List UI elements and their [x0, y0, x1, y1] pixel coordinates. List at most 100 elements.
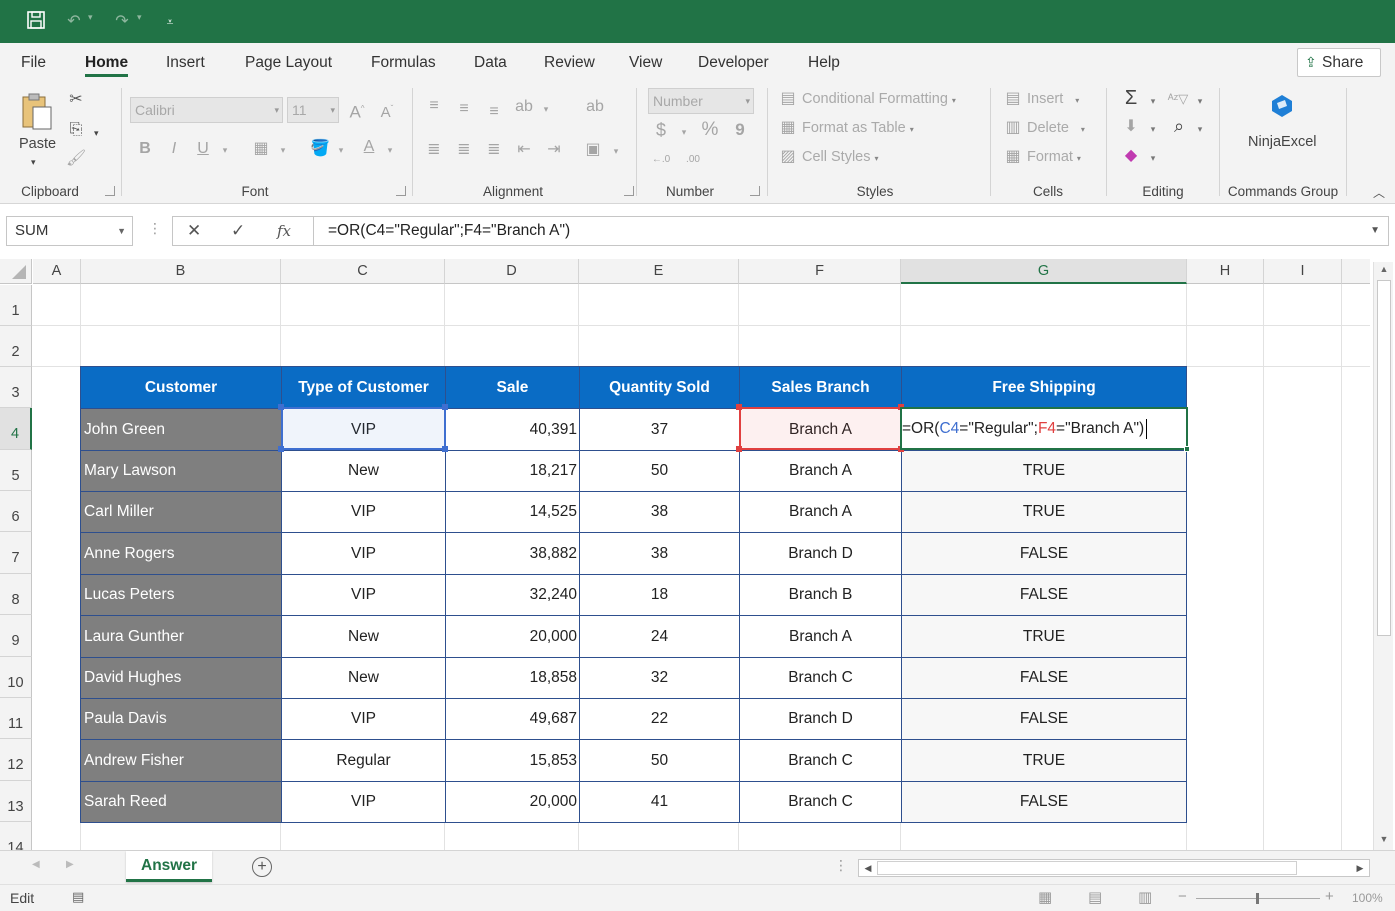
branch-cell[interactable]: Branch D [739, 698, 902, 740]
sale-cell[interactable]: 20,000 [445, 781, 580, 823]
row-header[interactable]: 8 [0, 574, 32, 615]
quantity-cell[interactable]: 38 [579, 532, 740, 575]
more-options-icon[interactable]: ⋮ [148, 220, 162, 237]
decrease-font-icon[interactable]: Aˇ [376, 99, 398, 123]
branch-cell[interactable]: Branch C [739, 781, 902, 823]
customer-type-cell[interactable]: New [281, 615, 446, 658]
collapse-ribbon-icon[interactable]: ︿ [1370, 183, 1388, 203]
range-handle[interactable] [278, 446, 284, 452]
delete-cells-button[interactable]: Delete ▾ [1027, 118, 1085, 140]
align-left-icon[interactable]: ≣ [423, 140, 445, 160]
vertical-scrollbar[interactable]: ▲ ▼ [1373, 262, 1393, 850]
currency-dropdown-icon[interactable]: ▾ [678, 122, 690, 142]
comma-style-button[interactable]: 9 [732, 120, 748, 140]
row-header[interactable]: 11 [0, 698, 32, 739]
sale-cell[interactable]: 14,525 [445, 491, 580, 533]
free-shipping-cell[interactable]: TRUE [901, 450, 1187, 492]
quantity-cell[interactable]: 22 [579, 698, 740, 740]
table-header-quantity[interactable]: Quantity Sold [579, 366, 740, 409]
align-right-icon[interactable]: ≣ [483, 140, 505, 160]
customer-type-cell[interactable]: VIP [281, 532, 446, 575]
column-header-b[interactable]: B [81, 259, 281, 284]
cell-styles-button[interactable]: Cell Styles ▾ [802, 147, 879, 169]
customer-type-cell[interactable]: VIP [281, 781, 446, 823]
sale-cell[interactable]: 49,687 [445, 698, 580, 740]
insert-cells-icon[interactable]: ▤ [1002, 89, 1024, 109]
free-shipping-cell[interactable]: FALSE [901, 781, 1187, 823]
sale-cell[interactable]: 15,853 [445, 739, 580, 782]
sale-cell[interactable]: 18,858 [445, 657, 580, 699]
column-header-g[interactable]: G [901, 259, 1187, 284]
quantity-cell[interactable]: 50 [579, 739, 740, 782]
conditional-formatting-button[interactable]: Conditional Formatting ▾ [802, 89, 956, 111]
row-header[interactable]: 3 [0, 367, 32, 408]
tab-data[interactable]: Data [474, 43, 507, 83]
row-header[interactable]: 9 [0, 615, 32, 657]
branch-cell[interactable]: Branch A [739, 491, 902, 533]
fill-dropdown-icon[interactable]: ▾ [1147, 119, 1159, 139]
customer-cell[interactable]: Lucas Peters [80, 574, 282, 616]
branch-cell[interactable]: Branch A [739, 615, 902, 658]
delete-cells-icon[interactable]: ▥ [1002, 118, 1024, 138]
undo-icon[interactable]: ↶ [62, 10, 86, 34]
free-shipping-cell[interactable]: TRUE [901, 491, 1187, 533]
customer-type-cell[interactable]: New [281, 450, 446, 492]
tab-home[interactable]: Home [85, 43, 129, 83]
bold-button[interactable]: B [135, 139, 155, 159]
customer-cell[interactable]: Laura Gunther [80, 615, 282, 658]
clipboard-launcher-icon[interactable] [105, 186, 115, 196]
range-handle[interactable] [736, 404, 742, 410]
redo-dropdown-icon[interactable]: ▾ [137, 12, 142, 23]
add-sheet-icon[interactable]: + [252, 857, 272, 877]
scroll-right-icon[interactable]: ▶ [1353, 860, 1367, 876]
font-size-combo[interactable]: 11 ▾ [287, 97, 339, 123]
customer-cell[interactable]: Paula Davis [80, 698, 282, 740]
customer-cell[interactable]: Anne Rogers [80, 532, 282, 575]
copy-dropdown-icon[interactable]: ▾ [94, 123, 99, 143]
zoom-in-icon[interactable]: + [1325, 888, 1334, 905]
tab-split-handle[interactable]: ⋮ [834, 857, 848, 874]
font-color-dropdown-icon[interactable]: ▾ [384, 140, 396, 160]
table-header-customer[interactable]: Customer [80, 366, 282, 409]
branch-cell[interactable]: Branch C [739, 657, 902, 699]
page-layout-view-icon[interactable]: ▤ [1088, 888, 1102, 906]
row-header[interactable]: 13 [0, 781, 32, 822]
sale-cell[interactable]: 18,217 [445, 450, 580, 492]
undo-dropdown-icon[interactable]: ▾ [88, 12, 93, 23]
currency-button[interactable]: $ [652, 120, 670, 140]
customer-cell[interactable]: Mary Lawson [80, 450, 282, 492]
customer-type-cell[interactable]: VIP [281, 698, 446, 740]
active-cell-editor[interactable]: =OR(C4="Regular";F4="Branch A") [900, 407, 1188, 450]
fill-icon[interactable]: ⬇ [1120, 117, 1142, 137]
clear-dropdown-icon[interactable]: ▾ [1147, 148, 1159, 168]
horizontal-scrollbar[interactable]: ◀ ▶ [858, 859, 1370, 877]
next-sheet-icon[interactable]: ▶ [66, 859, 74, 870]
orientation-dropdown-icon[interactable]: ▾ [540, 99, 552, 119]
row-header[interactable]: 10 [0, 657, 32, 698]
tab-insert[interactable]: Insert [166, 43, 205, 83]
customer-type-cell[interactable]: Regular [281, 739, 446, 782]
customer-cell[interactable]: David Hughes [80, 657, 282, 699]
paste-icon[interactable] [18, 91, 56, 131]
name-box[interactable]: SUM ▼ [6, 216, 133, 246]
table-header-free-shipping[interactable]: Free Shipping [901, 366, 1187, 409]
customer-cell[interactable]: Carl Miller [80, 491, 282, 533]
branch-cell[interactable]: Branch D [739, 532, 902, 575]
wrap-text-icon[interactable]: ab [584, 97, 606, 117]
fill-color-icon[interactable]: 🪣 [309, 139, 331, 159]
align-center-icon[interactable]: ≣ [453, 140, 475, 160]
branch-cell[interactable]: Branch A [739, 450, 902, 492]
free-shipping-cell[interactable]: TRUE [901, 739, 1187, 782]
scroll-down-icon[interactable]: ▼ [1377, 834, 1391, 848]
scroll-thumb[interactable] [1377, 280, 1391, 636]
tab-page-layout[interactable]: Page Layout [245, 43, 332, 83]
ninjaexcel-icon[interactable] [1268, 93, 1296, 121]
range-handle[interactable] [442, 446, 448, 452]
increase-indent-icon[interactable]: ⇥ [543, 140, 565, 160]
row-header[interactable]: 2 [0, 326, 32, 367]
select-all-corner[interactable] [0, 259, 32, 284]
normal-view-icon[interactable]: ▦ [1038, 888, 1052, 906]
customer-type-cell[interactable]: VIP [281, 491, 446, 533]
align-bottom-icon[interactable]: ≡ [483, 102, 505, 122]
range-handle[interactable] [278, 404, 284, 410]
